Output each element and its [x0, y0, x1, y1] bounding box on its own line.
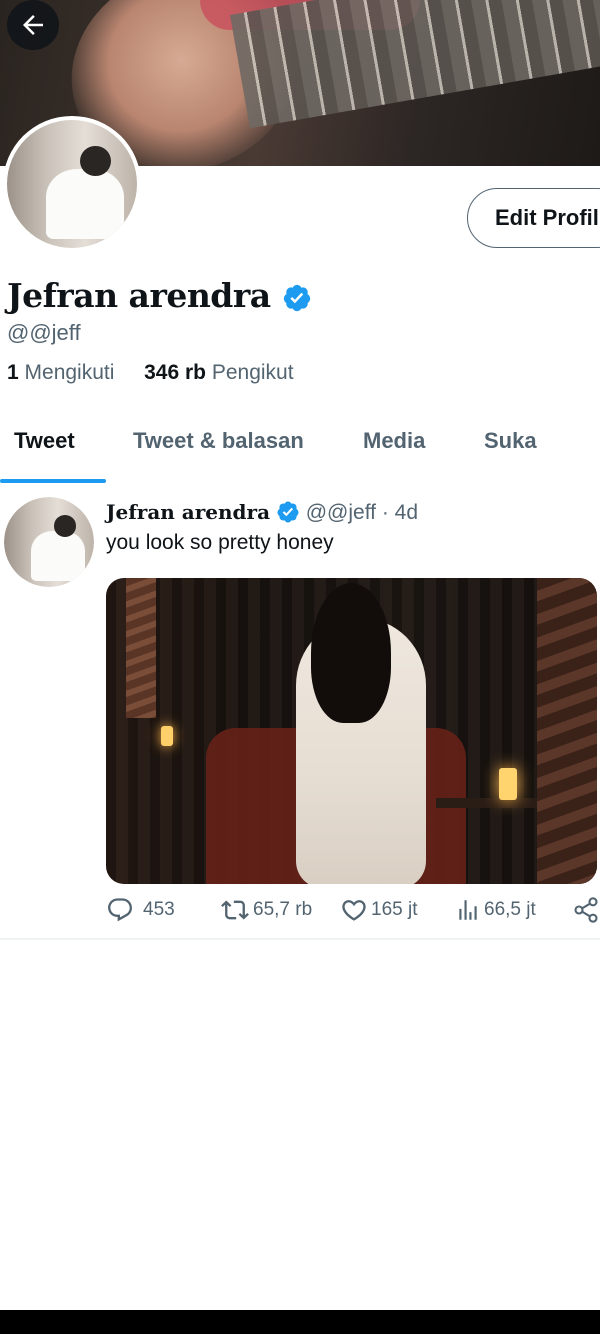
tweet-divider [0, 938, 600, 940]
tab-likes[interactable]: Suka [484, 428, 537, 454]
tab-tweets-replies[interactable]: Tweet & balasan [133, 428, 304, 454]
followers-label: Pengikut [211, 361, 294, 384]
tweet-text: you look so pretty honey [106, 531, 334, 554]
back-arrow-icon [23, 15, 43, 35]
share-button[interactable] [572, 896, 600, 924]
reply-button[interactable]: 453 [106, 896, 175, 924]
tweet-header: Jefran arendra @@jeff · 4d [106, 500, 418, 525]
reply-count: 453 [143, 899, 175, 920]
profile-name-text: Jefran arendra [7, 276, 271, 315]
following-count: 1 [7, 361, 19, 384]
banner-guitar-neck [230, 0, 600, 129]
profile-stats: 1 Mengikuti 346 rb Pengikut [7, 361, 294, 385]
tweet-avatar[interactable] [4, 497, 94, 587]
edit-profile-button[interactable]: Edit Profil [467, 188, 600, 248]
views-button[interactable]: 66,5 jt [455, 896, 536, 924]
tab-media[interactable]: Media [363, 428, 425, 454]
share-icon [574, 897, 598, 923]
retweet-button[interactable]: 65,7 rb [220, 896, 312, 924]
system-navigation-bar [0, 1310, 600, 1334]
profile-tabs: Tweet Tweet & balasan Media Suka [0, 410, 600, 484]
views-icon [459, 900, 477, 920]
tweet-avatar-photo [4, 497, 94, 587]
views-count: 66,5 jt [484, 899, 536, 920]
like-count: 165 jt [371, 899, 418, 920]
followers-count: 346 rb [144, 361, 206, 384]
tweet-actions: 453 65,7 rb 165 jt 66,5 jt [0, 896, 600, 928]
like-icon [342, 900, 366, 921]
following-label: Mengikuti [24, 361, 115, 384]
reply-icon [108, 898, 132, 922]
following-link[interactable]: 1 Mengikuti [7, 361, 120, 384]
tweet-media-image[interactable] [106, 578, 597, 884]
avatar-photo [7, 120, 137, 248]
profile-avatar[interactable] [3, 116, 141, 252]
followers-link[interactable]: 346 rb Pengikut [144, 361, 293, 384]
tweet-time: · 4d [381, 501, 419, 524]
verified-badge-icon [283, 284, 310, 312]
active-tab-indicator [0, 479, 106, 483]
back-button[interactable] [7, 0, 59, 50]
tweet-author-name[interactable]: Jefran arendra [106, 500, 270, 524]
profile-name: Jefran arendra [7, 276, 312, 315]
retweet-icon [221, 900, 249, 920]
verified-badge-icon [277, 501, 299, 523]
like-button[interactable]: 165 jt [340, 896, 417, 924]
tab-tweet[interactable]: Tweet [14, 428, 75, 454]
profile-handle: @@jeff [7, 320, 81, 345]
retweet-count: 65,7 rb [253, 899, 313, 920]
tweet-author-handle[interactable]: @@jeff [306, 501, 376, 524]
